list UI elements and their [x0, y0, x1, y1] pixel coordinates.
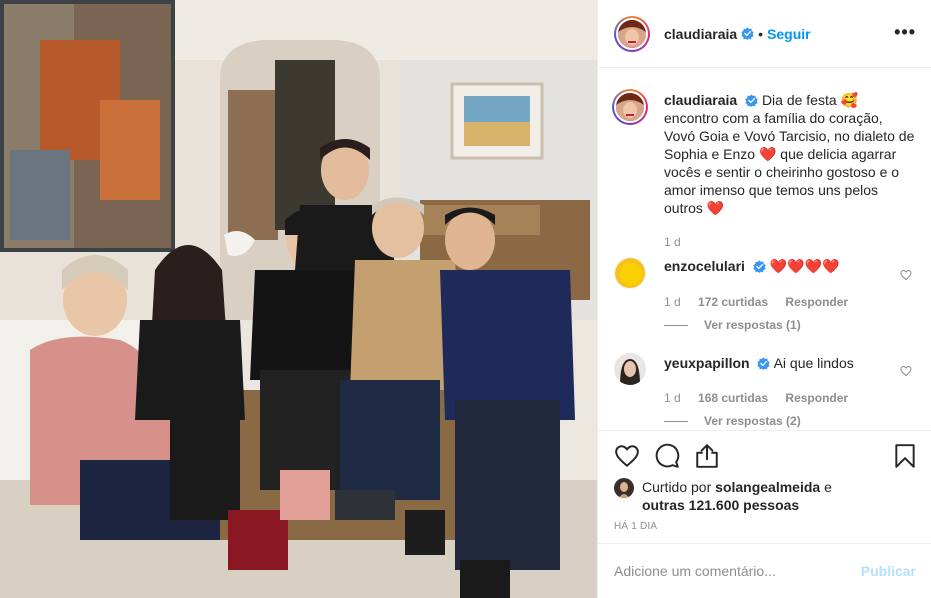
verified-badge-icon: [745, 94, 758, 107]
post-actions: Curtido por solangealmeida e outras 121.…: [598, 430, 931, 542]
caption: claudiaraia Dia de festa 🥰 encontro com …: [612, 89, 916, 217]
caption-meta: 1 d: [664, 235, 695, 249]
comment-input[interactable]: [614, 563, 861, 579]
author-username[interactable]: claudiaraia: [664, 26, 737, 42]
comment-username[interactable]: yeuxpapillon: [664, 355, 750, 371]
view-replies-label: Ver respostas (1): [704, 318, 801, 332]
caption-author-avatar[interactable]: [612, 89, 648, 125]
others-count[interactable]: outras 121.600 pessoas: [642, 497, 799, 513]
comments-list[interactable]: claudiaraia Dia de festa 🥰 encontro com …: [598, 69, 931, 430]
comment-age[interactable]: 1 d: [664, 295, 681, 309]
view-replies-button[interactable]: Ver respostas (2): [664, 414, 801, 428]
liker-avatar-image: [614, 478, 634, 498]
replies-divider: [664, 420, 688, 422]
commenter-avatar[interactable]: [614, 257, 646, 289]
like-heart-icon[interactable]: [614, 443, 640, 469]
comment-meta: 1 d 168 curtidas Responder: [664, 391, 862, 405]
liked-by-text: Curtido por solangealmeida e outras 121.…: [642, 478, 832, 514]
post-header: claudiaraia • Seguir •••: [598, 0, 931, 68]
caption-avatar-image: [616, 93, 644, 121]
more-options-icon[interactable]: •••: [894, 23, 916, 41]
commenter-avatar-image: [614, 353, 646, 385]
liked-by-conjunction: e: [824, 479, 832, 495]
liked-by: Curtido por solangealmeida e outras 121.…: [614, 478, 832, 514]
verified-badge-icon: [741, 27, 754, 40]
comment-meta: 1 d 172 curtidas Responder: [664, 295, 862, 309]
caption-age[interactable]: 1 d: [664, 235, 681, 249]
liked-by-prefix: Curtido por: [642, 479, 712, 495]
comment-bubble-icon[interactable]: [654, 443, 680, 469]
save-bookmark-icon[interactable]: [892, 443, 918, 469]
post-photo[interactable]: [0, 0, 597, 598]
post-detail-panel: claudiaraia • Seguir ••• claudiaraia Dia…: [597, 0, 931, 598]
commenter-avatar[interactable]: [614, 353, 646, 385]
comment-age[interactable]: 1 d: [664, 391, 681, 405]
post-timestamp[interactable]: HÁ 1 DIA: [614, 521, 657, 532]
share-icon[interactable]: [694, 443, 720, 469]
like-comment-heart-icon[interactable]: [900, 269, 912, 281]
commenter-avatar-image: [615, 258, 645, 288]
comment-likes[interactable]: 168 curtidas: [698, 391, 768, 405]
replies-divider: [664, 324, 688, 326]
caption-text: Dia de festa 🥰 encontro com a família do…: [664, 92, 915, 216]
reply-button[interactable]: Responder: [785, 295, 848, 309]
comment-body: yeuxpapillon Ai que lindos: [664, 353, 916, 385]
verified-badge-icon: [753, 260, 766, 273]
follow-button[interactable]: Seguir: [767, 26, 811, 42]
liker-avatar[interactable]: [614, 478, 634, 498]
separator-dot: •: [758, 25, 764, 42]
comment-likes[interactable]: 172 curtidas: [698, 295, 768, 309]
comment-username[interactable]: enzocelulari: [664, 258, 745, 274]
comment-text: Ai que lindos: [773, 355, 854, 371]
comment-text: ❤️❤️❤️❤️: [769, 258, 840, 274]
caption-username[interactable]: claudiaraia: [664, 92, 737, 108]
view-replies-label: Ver respostas (2): [704, 414, 801, 428]
family-photo-illustration: [0, 0, 597, 598]
comment-item: enzocelulari ❤️❤️❤️❤️: [614, 257, 916, 289]
author-avatar-image: [618, 19, 646, 48]
publish-button[interactable]: Publicar: [861, 563, 916, 579]
view-replies-button[interactable]: Ver respostas (1): [664, 318, 801, 332]
like-comment-heart-icon[interactable]: [900, 365, 912, 377]
comment-item: yeuxpapillon Ai que lindos: [614, 353, 916, 385]
reply-button[interactable]: Responder: [785, 391, 848, 405]
comment-body: enzocelulari ❤️❤️❤️❤️: [664, 257, 916, 289]
verified-badge-icon: [757, 357, 771, 370]
add-comment-bar: Publicar: [598, 543, 931, 598]
liker-username[interactable]: solangealmeida: [715, 479, 820, 495]
author-avatar[interactable]: [614, 15, 650, 52]
caption-body: claudiaraia Dia de festa 🥰 encontro com …: [664, 91, 916, 217]
